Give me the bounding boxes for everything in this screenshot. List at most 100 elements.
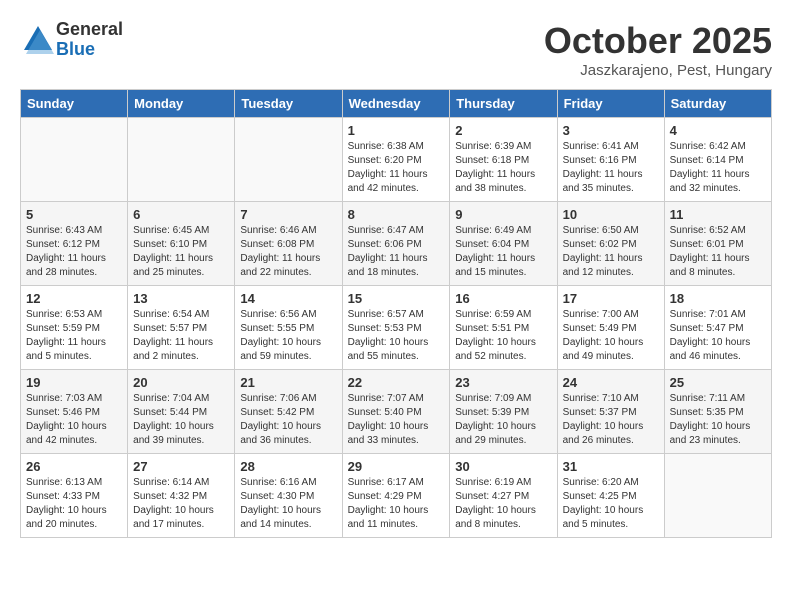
calendar-week-2: 5 Sunrise: 6:43 AM Sunset: 6:12 PM Daylig…	[21, 202, 772, 286]
calendar-cell: 3 Sunrise: 6:41 AM Sunset: 6:16 PM Daylig…	[557, 118, 664, 202]
calendar-cell: 7Sunrise: 6:46 AM Sunset: 6:08 PM Daylig…	[235, 202, 342, 286]
calendar-cell: 31 Sunrise: 6:20 AM Sunset: 4:25 PM Dayli…	[557, 454, 664, 538]
calendar-week-3: 12 Sunrise: 6:53 AM Sunset: 5:59 PM Dayli…	[21, 286, 772, 370]
day-number: 23	[455, 375, 551, 390]
day-number: 14	[240, 291, 336, 306]
day-info: Sunrise: 6:20 AM Sunset: 4:25 PM Dayligh…	[563, 476, 659, 532]
day-info: Sunrise: 6:42 AM Sunset: 6:14 PM Dayligh…	[670, 140, 766, 196]
day-number: 17	[563, 291, 659, 306]
day-number: 3	[563, 123, 659, 138]
day-number: 20	[133, 375, 229, 390]
calendar-cell: 28 Sunrise: 6:16 AM Sunset: 4:30 PM Dayli…	[235, 454, 342, 538]
calendar-cell: 9 Sunrise: 6:49 AM Sunset: 6:04 PM Daylig…	[450, 202, 557, 286]
calendar-cell: 29 Sunrise: 6:17 AM Sunset: 4:29 PM Dayli…	[342, 454, 450, 538]
day-number: 18	[670, 291, 766, 306]
day-info: Sunrise: 6:14 AM Sunset: 4:32 PM Dayligh…	[133, 476, 229, 532]
logo: General Blue	[20, 20, 123, 60]
day-info: Sunrise: 6:47 AM Sunset: 6:06 PM Dayligh…	[348, 224, 445, 280]
calendar-cell	[235, 118, 342, 202]
day-info: Sunrise: 7:00 AM Sunset: 5:49 PM Dayligh…	[563, 308, 659, 364]
weekday-header-tuesday: Tuesday	[235, 90, 342, 118]
title-area: October 2025 Jaszkarajeno, Pest, Hungary	[544, 20, 772, 79]
calendar-cell: 17 Sunrise: 7:00 AM Sunset: 5:49 PM Dayli…	[557, 286, 664, 370]
day-info: Sunrise: 6:43 AM Sunset: 6:12 PM Dayligh…	[26, 224, 122, 280]
subtitle: Jaszkarajeno, Pest, Hungary	[544, 62, 772, 79]
day-info: Sunrise: 6:45 AM Sunset: 6:10 PM Dayligh…	[133, 224, 229, 280]
calendar-week-1: 1 Sunrise: 6:38 AM Sunset: 6:20 PM Daylig…	[21, 118, 772, 202]
day-number: 1	[348, 123, 445, 138]
month-title: October 2025	[544, 20, 772, 62]
weekday-header-thursday: Thursday	[450, 90, 557, 118]
calendar-cell: 12 Sunrise: 6:53 AM Sunset: 5:59 PM Dayli…	[21, 286, 128, 370]
weekday-header-saturday: Saturday	[664, 90, 771, 118]
day-info: Sunrise: 7:06 AM Sunset: 5:42 PM Dayligh…	[240, 392, 336, 448]
calendar-cell: 26 Sunrise: 6:13 AM Sunset: 4:33 PM Dayli…	[21, 454, 128, 538]
day-number: 26	[26, 459, 122, 474]
calendar-cell: 30 Sunrise: 6:19 AM Sunset: 4:27 PM Dayli…	[450, 454, 557, 538]
day-number: 25	[670, 375, 766, 390]
day-number: 6	[133, 207, 229, 222]
calendar-cell: 24Sunrise: 7:10 AM Sunset: 5:37 PM Dayli…	[557, 370, 664, 454]
calendar-cell: 1 Sunrise: 6:38 AM Sunset: 6:20 PM Daylig…	[342, 118, 450, 202]
day-info: Sunrise: 6:41 AM Sunset: 6:16 PM Dayligh…	[563, 140, 659, 196]
calendar-cell: 23 Sunrise: 7:09 AM Sunset: 5:39 PM Dayli…	[450, 370, 557, 454]
logo-blue: Blue	[56, 40, 123, 60]
day-number: 12	[26, 291, 122, 306]
day-info: Sunrise: 6:17 AM Sunset: 4:29 PM Dayligh…	[348, 476, 445, 532]
calendar-cell: 27Sunrise: 6:14 AM Sunset: 4:32 PM Dayli…	[128, 454, 235, 538]
day-number: 28	[240, 459, 336, 474]
day-number: 22	[348, 375, 445, 390]
day-info: Sunrise: 6:16 AM Sunset: 4:30 PM Dayligh…	[240, 476, 336, 532]
day-number: 15	[348, 291, 445, 306]
day-info: Sunrise: 6:56 AM Sunset: 5:55 PM Dayligh…	[240, 308, 336, 364]
calendar-cell: 10 Sunrise: 6:50 AM Sunset: 6:02 PM Dayli…	[557, 202, 664, 286]
logo-text: General Blue	[56, 20, 123, 60]
weekday-header-row: SundayMondayTuesdayWednesdayThursdayFrid…	[21, 90, 772, 118]
day-info: Sunrise: 6:13 AM Sunset: 4:33 PM Dayligh…	[26, 476, 122, 532]
day-number: 7	[240, 207, 336, 222]
day-number: 2	[455, 123, 551, 138]
logo-icon	[20, 22, 56, 58]
calendar-cell: 16Sunrise: 6:59 AM Sunset: 5:51 PM Dayli…	[450, 286, 557, 370]
calendar-cell: 14 Sunrise: 6:56 AM Sunset: 5:55 PM Dayli…	[235, 286, 342, 370]
calendar-cell: 2 Sunrise: 6:39 AM Sunset: 6:18 PM Daylig…	[450, 118, 557, 202]
day-info: Sunrise: 7:07 AM Sunset: 5:40 PM Dayligh…	[348, 392, 445, 448]
day-info: Sunrise: 7:09 AM Sunset: 5:39 PM Dayligh…	[455, 392, 551, 448]
calendar-cell: 19 Sunrise: 7:03 AM Sunset: 5:46 PM Dayli…	[21, 370, 128, 454]
day-number: 29	[348, 459, 445, 474]
day-info: Sunrise: 6:49 AM Sunset: 6:04 PM Dayligh…	[455, 224, 551, 280]
calendar-cell: 25Sunrise: 7:11 AM Sunset: 5:35 PM Dayli…	[664, 370, 771, 454]
day-number: 11	[670, 207, 766, 222]
calendar-cell: 5 Sunrise: 6:43 AM Sunset: 6:12 PM Daylig…	[21, 202, 128, 286]
calendar-cell: 13Sunrise: 6:54 AM Sunset: 5:57 PM Dayli…	[128, 286, 235, 370]
calendar-cell: 11Sunrise: 6:52 AM Sunset: 6:01 PM Dayli…	[664, 202, 771, 286]
calendar-cell: 8Sunrise: 6:47 AM Sunset: 6:06 PM Daylig…	[342, 202, 450, 286]
calendar-week-5: 26 Sunrise: 6:13 AM Sunset: 4:33 PM Dayli…	[21, 454, 772, 538]
calendar-cell: 6 Sunrise: 6:45 AM Sunset: 6:10 PM Daylig…	[128, 202, 235, 286]
weekday-header-sunday: Sunday	[21, 90, 128, 118]
calendar-week-4: 19 Sunrise: 7:03 AM Sunset: 5:46 PM Dayli…	[21, 370, 772, 454]
day-number: 16	[455, 291, 551, 306]
day-number: 21	[240, 375, 336, 390]
day-number: 31	[563, 459, 659, 474]
day-number: 10	[563, 207, 659, 222]
day-info: Sunrise: 6:53 AM Sunset: 5:59 PM Dayligh…	[26, 308, 122, 364]
calendar-cell	[664, 454, 771, 538]
calendar-cell: 15Sunrise: 6:57 AM Sunset: 5:53 PM Dayli…	[342, 286, 450, 370]
calendar-cell: 20Sunrise: 7:04 AM Sunset: 5:44 PM Dayli…	[128, 370, 235, 454]
weekday-header-monday: Monday	[128, 90, 235, 118]
day-info: Sunrise: 6:50 AM Sunset: 6:02 PM Dayligh…	[563, 224, 659, 280]
day-info: Sunrise: 6:39 AM Sunset: 6:18 PM Dayligh…	[455, 140, 551, 196]
calendar-cell: 4Sunrise: 6:42 AM Sunset: 6:14 PM Daylig…	[664, 118, 771, 202]
calendar-cell: 22 Sunrise: 7:07 AM Sunset: 5:40 PM Dayli…	[342, 370, 450, 454]
calendar-cell: 18 Sunrise: 7:01 AM Sunset: 5:47 PM Dayli…	[664, 286, 771, 370]
page-header: General Blue October 2025 Jaszkarajeno, …	[20, 20, 772, 79]
day-number: 30	[455, 459, 551, 474]
day-number: 5	[26, 207, 122, 222]
day-info: Sunrise: 6:38 AM Sunset: 6:20 PM Dayligh…	[348, 140, 445, 196]
day-number: 9	[455, 207, 551, 222]
day-info: Sunrise: 7:03 AM Sunset: 5:46 PM Dayligh…	[26, 392, 122, 448]
day-info: Sunrise: 6:19 AM Sunset: 4:27 PM Dayligh…	[455, 476, 551, 532]
day-info: Sunrise: 7:01 AM Sunset: 5:47 PM Dayligh…	[670, 308, 766, 364]
day-number: 19	[26, 375, 122, 390]
